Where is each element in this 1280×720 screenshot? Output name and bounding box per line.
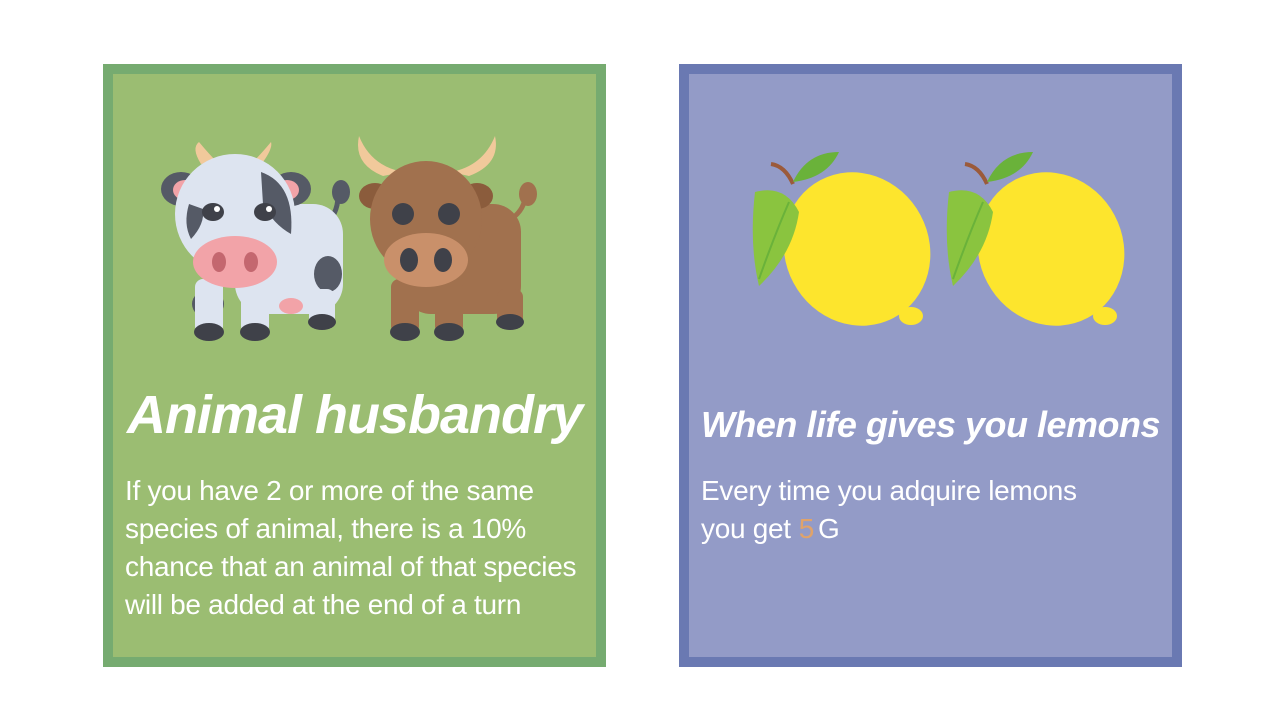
card-when-life-gives-you-lemons[interactable]: When life gives you lemons Every time yo… (679, 64, 1182, 667)
card-description-line: you get 5 G (701, 510, 1161, 548)
card-description: If you have 2 or more of the same specie… (125, 472, 595, 624)
card-description-line: If you have 2 or more of the same (125, 475, 534, 506)
card-title: When life gives you lemons (700, 404, 1161, 445)
ox-icon (358, 136, 537, 341)
card-description-line: Every time you adquire lemons (701, 475, 1077, 506)
cow-icon (161, 142, 350, 341)
card-description-line: chance that an animal of that species (125, 551, 577, 582)
card-description-line: will be added at the end of a turn (125, 589, 522, 620)
card-description: Every time you adquire lemons you get 5 G (701, 472, 1161, 548)
card-description-line: species of animal, there is a 10% (125, 513, 526, 544)
lemon-icon (946, 152, 1125, 326)
card-screen: Animal husbandry If you have 2 or more o… (0, 0, 1280, 720)
card-description-text: you get (701, 513, 791, 544)
card-art (752, 152, 1125, 326)
card-animal-husbandry[interactable]: Animal husbandry If you have 2 or more o… (103, 64, 606, 667)
gold-reward-amount: 5 (798, 513, 815, 544)
lemon-icon (752, 152, 931, 326)
card-art (161, 136, 537, 341)
gold-currency-label: G (818, 513, 840, 544)
card-title: Animal husbandry (126, 385, 583, 445)
